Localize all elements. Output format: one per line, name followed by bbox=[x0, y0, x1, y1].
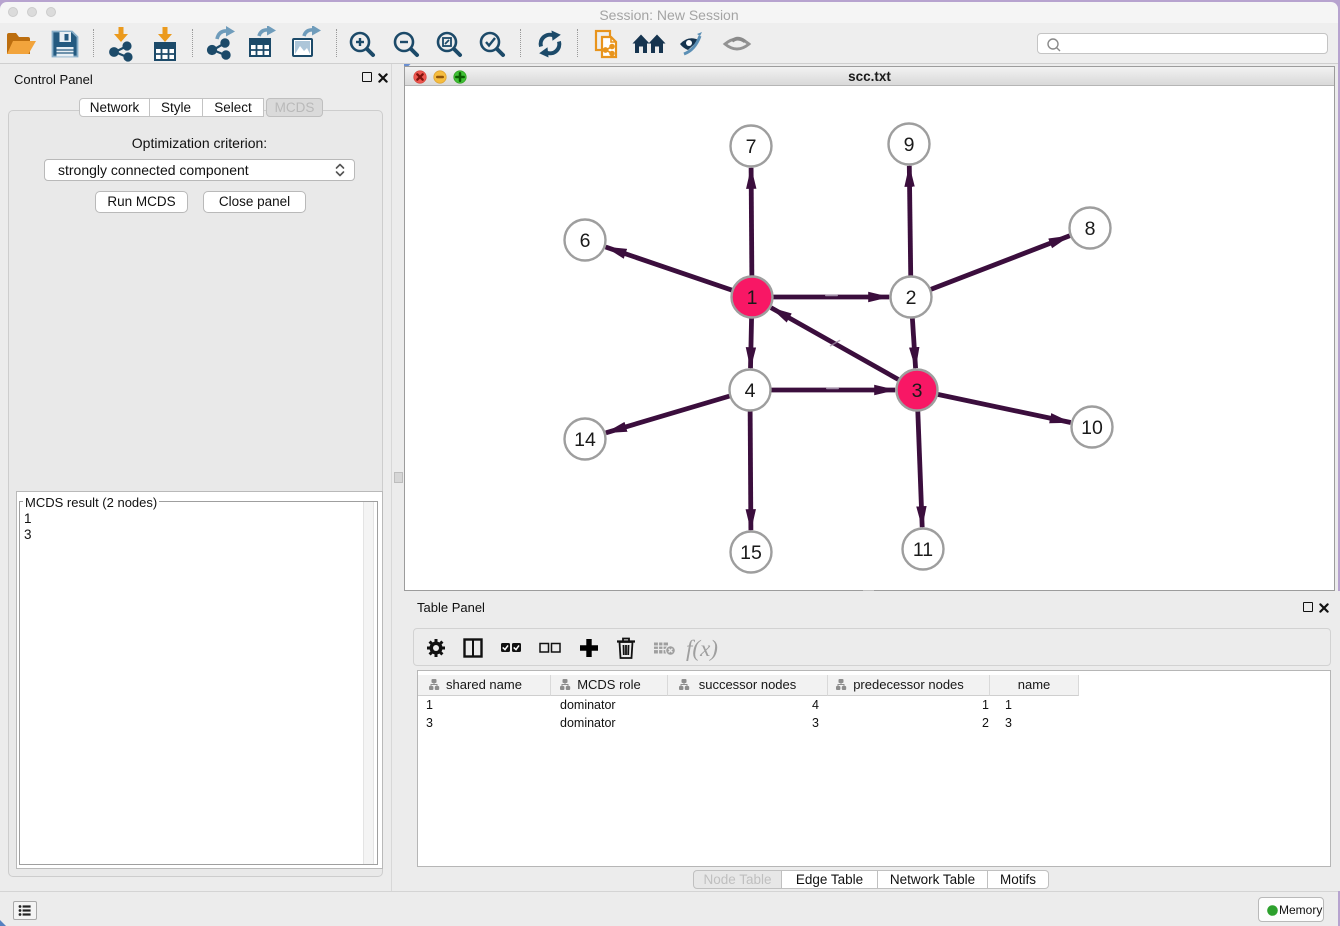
svg-text:11: 11 bbox=[913, 539, 933, 561]
svg-text:6: 6 bbox=[580, 230, 591, 252]
svg-text:4: 4 bbox=[745, 380, 756, 402]
svg-text:3: 3 bbox=[912, 380, 923, 402]
svg-text:2: 2 bbox=[906, 287, 917, 309]
svg-text:10: 10 bbox=[1081, 417, 1103, 439]
svg-text:7: 7 bbox=[746, 136, 757, 158]
svg-text:1: 1 bbox=[747, 287, 758, 309]
svg-text:15: 15 bbox=[740, 542, 762, 564]
svg-text:f(x): f(x) bbox=[686, 636, 718, 661]
svg-text:9: 9 bbox=[904, 134, 915, 156]
svg-text:14: 14 bbox=[574, 429, 596, 451]
svg-text:8: 8 bbox=[1085, 218, 1096, 240]
